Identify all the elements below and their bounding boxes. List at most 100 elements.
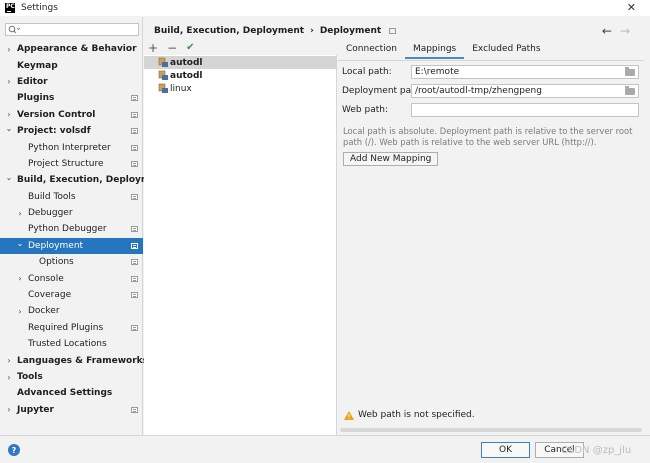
browse-folder-icon[interactable] <box>625 86 635 95</box>
chevron-down-icon[interactable]: ⌄ <box>5 173 13 182</box>
dialog-footer: ? OK Cancel CSDN @zp_jlu <box>0 435 650 463</box>
sidebar-item[interactable]: ⌄ Build, Execution, Deployment <box>0 172 167 188</box>
sidebar-item[interactable]: › Languages & Frameworks <box>0 352 148 368</box>
deployment-path-value: /root/autodl-tmp/zhengpeng <box>415 86 542 96</box>
sidebar-item[interactable]: › Debugger <box>0 205 143 221</box>
sidebar-item-label: Deployment <box>28 240 84 251</box>
sidebar-item[interactable]: › Version Control <box>0 107 143 123</box>
add-server-icon[interactable]: + <box>148 41 158 55</box>
forward-arrow-icon[interactable]: → <box>620 24 630 38</box>
project-scope-icon <box>131 144 138 151</box>
sidebar-item[interactable]: ⌄ Deployment <box>0 237 143 255</box>
add-new-mapping-button[interactable]: Add New Mapping <box>343 152 439 166</box>
chevron-right-icon[interactable]: › <box>5 45 13 54</box>
warning-text: Web path is not specified. <box>358 410 475 420</box>
server-list-item[interactable]: linux <box>144 82 337 95</box>
horizontal-scrollbar[interactable] <box>340 428 642 432</box>
sidebar-item-label: Python Interpreter <box>28 142 111 153</box>
sidebar-item[interactable]: Python Interpreter <box>0 139 143 155</box>
local-path-field[interactable]: E:\remote <box>411 65 639 79</box>
warning-message: Web path is not specified. <box>344 410 475 420</box>
sidebar-item-label: Appearance & Behavior <box>17 44 137 55</box>
sidebar-item[interactable]: Build Tools <box>0 189 143 205</box>
project-scope-icon <box>131 242 138 249</box>
server-list-item[interactable]: autodl <box>144 69 337 82</box>
ok-button[interactable]: OK <box>481 442 530 458</box>
chevron-right-icon[interactable]: › <box>5 110 13 119</box>
help-icon[interactable]: ? <box>8 444 20 456</box>
browse-folder-icon[interactable] <box>625 67 635 76</box>
sidebar-item[interactable]: Keymap <box>0 57 143 73</box>
chevron-right-icon[interactable]: › <box>5 356 13 365</box>
sidebar-item-label: Jupyter <box>17 404 54 415</box>
server-toolbar: + − ✔ <box>144 40 337 55</box>
chevron-right-icon[interactable]: › <box>16 307 24 316</box>
sftp-server-icon <box>158 83 168 93</box>
sidebar-item[interactable]: Coverage <box>0 287 143 303</box>
chevron-down-icon[interactable]: ⌄ <box>5 124 13 133</box>
sidebar-item[interactable]: ⌄ Project: volsdf <box>0 123 143 139</box>
set-default-icon[interactable]: ✔ <box>186 42 194 53</box>
settings-tree: › Appearance & Behavior Keymap › Editor Plugi… <box>0 41 167 418</box>
warning-icon <box>344 410 354 420</box>
project-scope-icon <box>131 226 138 233</box>
sidebar-item-label: Build Tools <box>28 191 76 202</box>
search-icon <box>8 25 20 34</box>
chevron-right-icon[interactable]: › <box>5 373 13 382</box>
sidebar-item[interactable]: Options <box>0 254 143 270</box>
sidebar-item[interactable]: › Editor <box>0 74 143 90</box>
sidebar-item[interactable]: › Console <box>0 270 143 286</box>
server-name: autodl <box>170 70 203 81</box>
tab-connection[interactable]: Connection <box>338 40 405 59</box>
watermark: CSDN @zp_jlu <box>561 445 632 456</box>
settings-search-input[interactable] <box>5 23 139 36</box>
local-path-label: Local path: <box>342 67 392 77</box>
deployment-path-field[interactable]: /root/autodl-tmp/zhengpeng <box>411 84 639 98</box>
sidebar-item[interactable]: Required Plugins <box>0 320 143 336</box>
project-scope-icon <box>131 324 138 331</box>
sftp-server-icon <box>158 70 168 80</box>
breadcrumb-separator: › <box>310 26 314 36</box>
tab-mappings[interactable]: Mappings <box>404 40 465 59</box>
project-scope-icon <box>131 95 138 102</box>
sidebar-item[interactable]: Python Debugger <box>0 221 143 237</box>
web-path-field[interactable] <box>411 103 639 117</box>
chevron-down-icon[interactable]: ⌄ <box>16 239 24 248</box>
sidebar-item[interactable]: Trusted Locations <box>0 336 143 352</box>
sidebar-item[interactable]: Advanced Settings <box>0 385 143 401</box>
title-bar: PC Settings ✕ <box>0 0 650 16</box>
chevron-right-icon[interactable]: › <box>16 274 24 283</box>
project-scope-icon <box>131 160 138 167</box>
sidebar-item[interactable]: › Appearance & Behavior <box>0 41 143 57</box>
project-scope-icon <box>389 28 397 34</box>
chevron-right-icon[interactable]: › <box>5 77 13 86</box>
remove-server-icon[interactable]: − <box>167 41 177 55</box>
sidebar-item[interactable]: Plugins <box>0 90 143 106</box>
web-path-label: Web path: <box>342 105 388 115</box>
server-config-panel: Connection Mappings Excluded Paths Local p… <box>338 40 644 435</box>
sidebar-item[interactable]: › Jupyter <box>0 402 143 418</box>
sidebar-item-label: Docker <box>28 306 60 317</box>
back-arrow-icon[interactable]: ← <box>602 24 612 38</box>
server-name: autodl <box>170 57 203 68</box>
chevron-right-icon[interactable]: › <box>16 209 24 218</box>
sidebar-item-label: Coverage <box>28 290 72 301</box>
project-scope-icon <box>131 406 138 413</box>
history-nav: ← → <box>602 24 630 38</box>
project-scope-icon <box>131 193 138 200</box>
sidebar-item-label: Version Control <box>17 109 96 120</box>
sidebar-item-label: Tools <box>17 372 43 382</box>
project-scope-icon <box>131 275 138 282</box>
sidebar-item[interactable]: › Docker <box>0 303 143 319</box>
chevron-right-icon[interactable]: › <box>5 405 13 414</box>
server-list-item[interactable]: autodl <box>144 56 337 69</box>
close-window-icon[interactable]: ✕ <box>627 1 636 14</box>
sidebar-item-label: Advanced Settings <box>17 388 113 399</box>
sidebar-item[interactable]: › Tools <box>0 369 143 385</box>
tab-excluded-paths[interactable]: Excluded Paths <box>464 40 548 59</box>
config-tabs: Connection Mappings Excluded Paths <box>338 40 549 59</box>
tabs-divider <box>338 60 644 61</box>
sidebar-item-label: Console <box>28 273 64 284</box>
settings-sidebar: › Appearance & Behavior Keymap › Editor Plugi… <box>0 17 167 435</box>
sidebar-item[interactable]: Project Structure <box>0 156 143 172</box>
